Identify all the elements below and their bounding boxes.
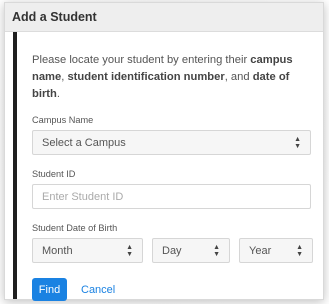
student-id-placeholder: Enter Student ID [42,190,124,203]
up-down-caret-icon: ▲ ▼ [126,243,133,258]
intro-part-1: Please locate your student by entering t… [32,54,251,66]
dob-row: Month ▲ ▼ Day ▲ ▼ Year ▲ ▼ [32,238,313,263]
up-down-caret-icon: ▲ ▼ [213,243,220,258]
add-student-dialog: Add a Student Please locate your student… [4,2,324,301]
dialog-title: Add a Student [12,10,97,24]
dialog-body: Please locate your student by entering t… [13,32,323,301]
dialog-header: Add a Student [5,3,323,32]
student-id-input[interactable]: Enter Student ID [32,184,311,209]
up-down-caret-icon: ▲ ▼ [294,135,301,150]
month-select-value: Month [42,244,73,257]
month-select[interactable]: Month ▲ ▼ [32,238,143,263]
day-select[interactable]: Day ▲ ▼ [152,238,230,263]
dob-label: Student Date of Birth [32,223,118,233]
day-select-value: Day [162,244,182,257]
campus-name-label: Campus Name [32,115,94,125]
intro-text: Please locate your student by entering t… [32,52,311,103]
intro-part-3: , and [224,71,253,83]
intro-part-4: . [56,88,60,100]
up-down-caret-icon: ▲ ▼ [296,243,303,258]
cancel-link[interactable]: Cancel [81,284,115,296]
year-select[interactable]: Year ▲ ▼ [239,238,313,263]
student-id-label: Student ID [32,169,76,179]
dialog-actions: Find Cancel [32,278,311,301]
find-button[interactable]: Find [32,278,67,301]
campus-select-value: Select a Campus [42,136,126,149]
campus-select[interactable]: Select a Campus ▲ ▼ [32,130,311,155]
intro-id-bold: student identification number [67,71,225,83]
year-select-value: Year [249,244,272,257]
